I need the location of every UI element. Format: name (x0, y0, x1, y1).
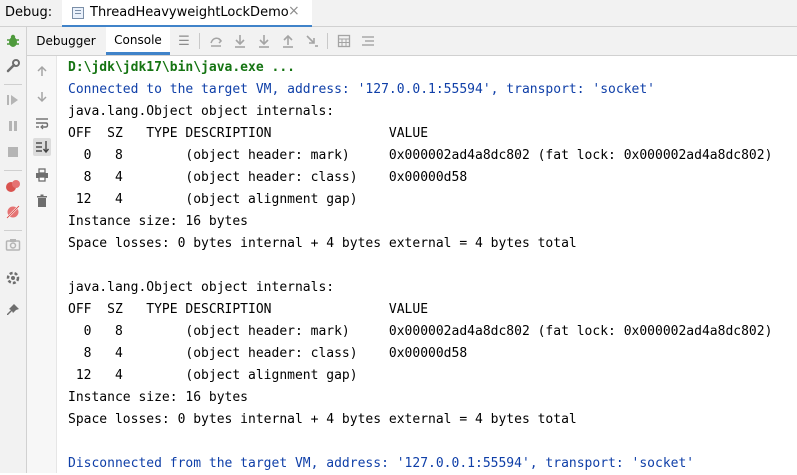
print-icon[interactable] (33, 166, 51, 184)
console-output-line: 0 8 (object header: mark) 0x000002ad4a8d… (68, 148, 773, 163)
toolbar-separator (199, 33, 200, 49)
console-output-line: OFF SZ TYPE DESCRIPTION VALUE (68, 126, 429, 141)
menu-icon[interactable]: ☰ (175, 32, 193, 50)
show-execution-point-icon[interactable] (207, 32, 225, 50)
console-output-line: 0 8 (object header: mark) 0x000002ad4a8d… (68, 324, 773, 339)
console-output-line: Space losses: 0 bytes internal + 4 bytes… (68, 412, 577, 427)
console-output-line: Instance size: 16 bytes (68, 390, 249, 405)
scroll-to-end-icon[interactable] (33, 138, 51, 156)
console-output-line: 12 4 (object alignment gap) (68, 368, 358, 383)
clear-icon[interactable] (33, 192, 51, 210)
debug-title-label: Debug: (5, 5, 53, 20)
pin-icon[interactable] (4, 301, 22, 319)
debugger-header-toolbar: Debugger Console ☰ (27, 27, 797, 56)
stop-icon[interactable] (4, 143, 22, 161)
scroll-down-icon[interactable] (33, 88, 51, 106)
toolbar-separator (327, 33, 328, 49)
console-side-toolbar (27, 56, 57, 473)
toolbar-separator (4, 84, 22, 85)
console-output-line: Space losses: 0 bytes internal + 4 bytes… (68, 236, 577, 251)
console-output-line: 12 4 (object alignment gap) (68, 192, 358, 207)
mute-breakpoints-icon[interactable] (4, 203, 22, 221)
console-output-line: 8 4 (object header: class) 0x00000d58 (68, 346, 468, 361)
run-to-cursor-icon[interactable] (303, 32, 321, 50)
soft-wrap-icon[interactable] (33, 114, 51, 132)
view-breakpoints-icon[interactable] (4, 177, 22, 195)
tab-debugger[interactable]: Debugger (31, 27, 101, 55)
resume-icon[interactable] (4, 91, 22, 109)
scroll-up-icon[interactable] (33, 62, 51, 80)
debug-left-toolbar (0, 27, 27, 473)
console-system-line: Connected to the target VM, address: '12… (68, 82, 655, 97)
console-output[interactable]: D:\jdk\jdk17\bin\java.exe ... Connected t… (58, 56, 797, 473)
console-command-line: D:\jdk\jdk17\bin\java.exe ... (68, 60, 295, 75)
debug-titlebar: Debug: ThreadHeavyweightLockDemo × (0, 0, 797, 28)
console-output-line: java.lang.Object object internals: (68, 104, 335, 119)
console-output-line: OFF SZ TYPE DESCRIPTION VALUE (68, 302, 429, 317)
console-output-line: Instance size: 16 bytes (68, 214, 249, 229)
evaluate-expression-icon[interactable] (335, 32, 353, 50)
toolbar-separator (4, 170, 22, 171)
console-output-line: java.lang.Object object internals: (68, 280, 335, 295)
wrench-icon[interactable] (4, 57, 22, 75)
tab-close-icon[interactable]: × (288, 3, 300, 19)
toolbar-separator (4, 230, 22, 231)
console-output-line: 8 4 (object header: class) 0x00000d58 (68, 170, 468, 185)
step-out-icon[interactable] (279, 32, 297, 50)
pause-icon[interactable] (4, 117, 22, 135)
settings-icon[interactable] (4, 269, 22, 287)
console-system-line: Disconnected from the target VM, address… (68, 456, 695, 471)
step-into-icon[interactable] (255, 32, 273, 50)
tab-label: ThreadHeavyweightLockDemo (90, 5, 289, 20)
tab-console[interactable]: Console (106, 27, 170, 55)
camera-icon[interactable] (4, 235, 22, 253)
run-config-icon (72, 7, 84, 19)
debug-bug-icon[interactable] (4, 32, 22, 50)
step-over-icon[interactable] (231, 32, 249, 50)
tab-thread-heavyweight-lock-demo[interactable]: ThreadHeavyweightLockDemo × (62, 0, 312, 28)
trace-icon[interactable] (359, 32, 377, 50)
